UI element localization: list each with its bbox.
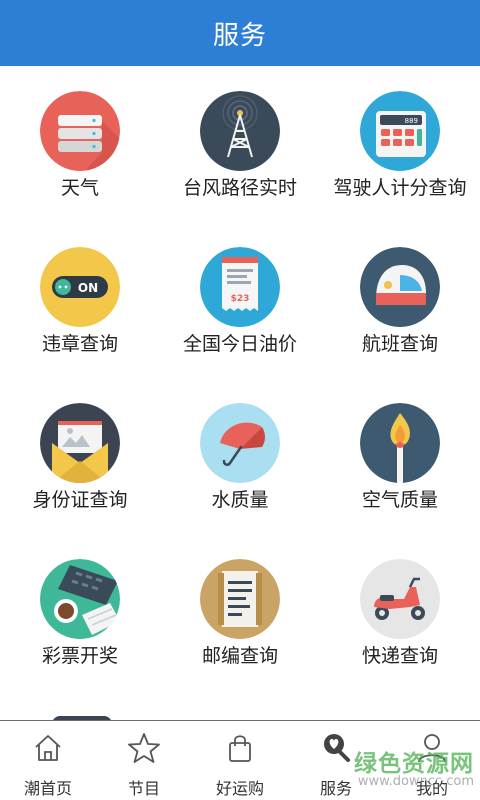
receipt-icon: $23 bbox=[200, 247, 280, 327]
tab-home[interactable]: 潮首页 bbox=[0, 721, 96, 800]
service-label: 快递查询 bbox=[361, 645, 438, 667]
home-icon bbox=[31, 731, 65, 765]
toggle-on-icon: ON bbox=[40, 247, 120, 327]
service-label: 邮编查询 bbox=[201, 645, 278, 667]
page-title: 服务 bbox=[212, 20, 267, 51]
service-violation[interactable]: ON 违章查询 bbox=[0, 222, 160, 378]
calculator-icon: 889 bbox=[360, 91, 440, 171]
umbrella-icon bbox=[200, 403, 280, 483]
document-icon bbox=[200, 559, 280, 639]
helmet-icon bbox=[360, 247, 440, 327]
star-icon bbox=[127, 731, 161, 765]
toggle-text: ON bbox=[78, 281, 98, 295]
envelope-icon bbox=[40, 403, 120, 483]
user-icon bbox=[415, 731, 449, 765]
service-weather[interactable]: 天气 bbox=[0, 66, 160, 222]
tab-services[interactable]: 服务 bbox=[288, 721, 384, 800]
service-typhoon[interactable]: 台风路径实时 bbox=[160, 66, 320, 222]
service-label: 天气 bbox=[60, 177, 99, 199]
tab-label: 节目 bbox=[127, 779, 160, 798]
tab-mine[interactable]: 我的 bbox=[384, 721, 480, 800]
service-label: 水质量 bbox=[211, 489, 269, 511]
service-label: 彩票开奖 bbox=[41, 645, 118, 667]
service-label: 台风路径实时 bbox=[182, 177, 297, 199]
service-postcode[interactable]: 邮编查询 bbox=[160, 534, 320, 690]
service-express[interactable]: 快递查询 bbox=[320, 534, 480, 690]
service-oil-price[interactable]: $23 全国今日油价 bbox=[160, 222, 320, 378]
bottom-tab-bar: 潮首页 节目 好运购 服务 我的 bbox=[0, 720, 480, 800]
service-idcard[interactable]: 身份证查询 bbox=[0, 378, 160, 534]
tab-programs[interactable]: 节目 bbox=[96, 721, 192, 800]
keyboard-coffee-icon bbox=[40, 559, 120, 639]
service-label: 空气质量 bbox=[361, 489, 438, 511]
tab-label: 好运购 bbox=[215, 779, 264, 798]
receipt-amount: $23 bbox=[231, 294, 250, 304]
server-icon bbox=[40, 91, 120, 171]
service-label: 航班查询 bbox=[361, 333, 438, 355]
shopping-bag-icon bbox=[223, 731, 257, 765]
service-label: 全国今日油价 bbox=[182, 333, 297, 355]
service-label: 驾驶人计分查询 bbox=[333, 177, 467, 199]
heart-pin-icon bbox=[319, 731, 353, 765]
match-flame-icon bbox=[360, 403, 440, 483]
radio-tower-icon bbox=[200, 91, 280, 171]
service-water-quality[interactable]: 水质量 bbox=[160, 378, 320, 534]
service-grid: 天气 台风路径实时 889 驾驶人计分查询 ON 违章查询 $23 全国今日油价… bbox=[0, 66, 480, 720]
service-label: 违章查询 bbox=[41, 333, 118, 355]
tab-label: 服务 bbox=[319, 779, 352, 798]
calc-display: 889 bbox=[405, 117, 418, 125]
service-air-quality[interactable]: 空气质量 bbox=[320, 378, 480, 534]
service-driver-points[interactable]: 889 驾驶人计分查询 bbox=[320, 66, 480, 222]
service-lottery[interactable]: 彩票开奖 bbox=[0, 534, 160, 690]
service-label: 身份证查询 bbox=[32, 489, 128, 511]
tab-label: 潮首页 bbox=[23, 779, 72, 798]
service-flight[interactable]: 航班查询 bbox=[320, 222, 480, 378]
tab-shop[interactable]: 好运购 bbox=[192, 721, 288, 800]
scooter-icon bbox=[360, 559, 440, 639]
tab-label: 我的 bbox=[415, 779, 448, 798]
header-bar: 服务 bbox=[0, 0, 480, 66]
